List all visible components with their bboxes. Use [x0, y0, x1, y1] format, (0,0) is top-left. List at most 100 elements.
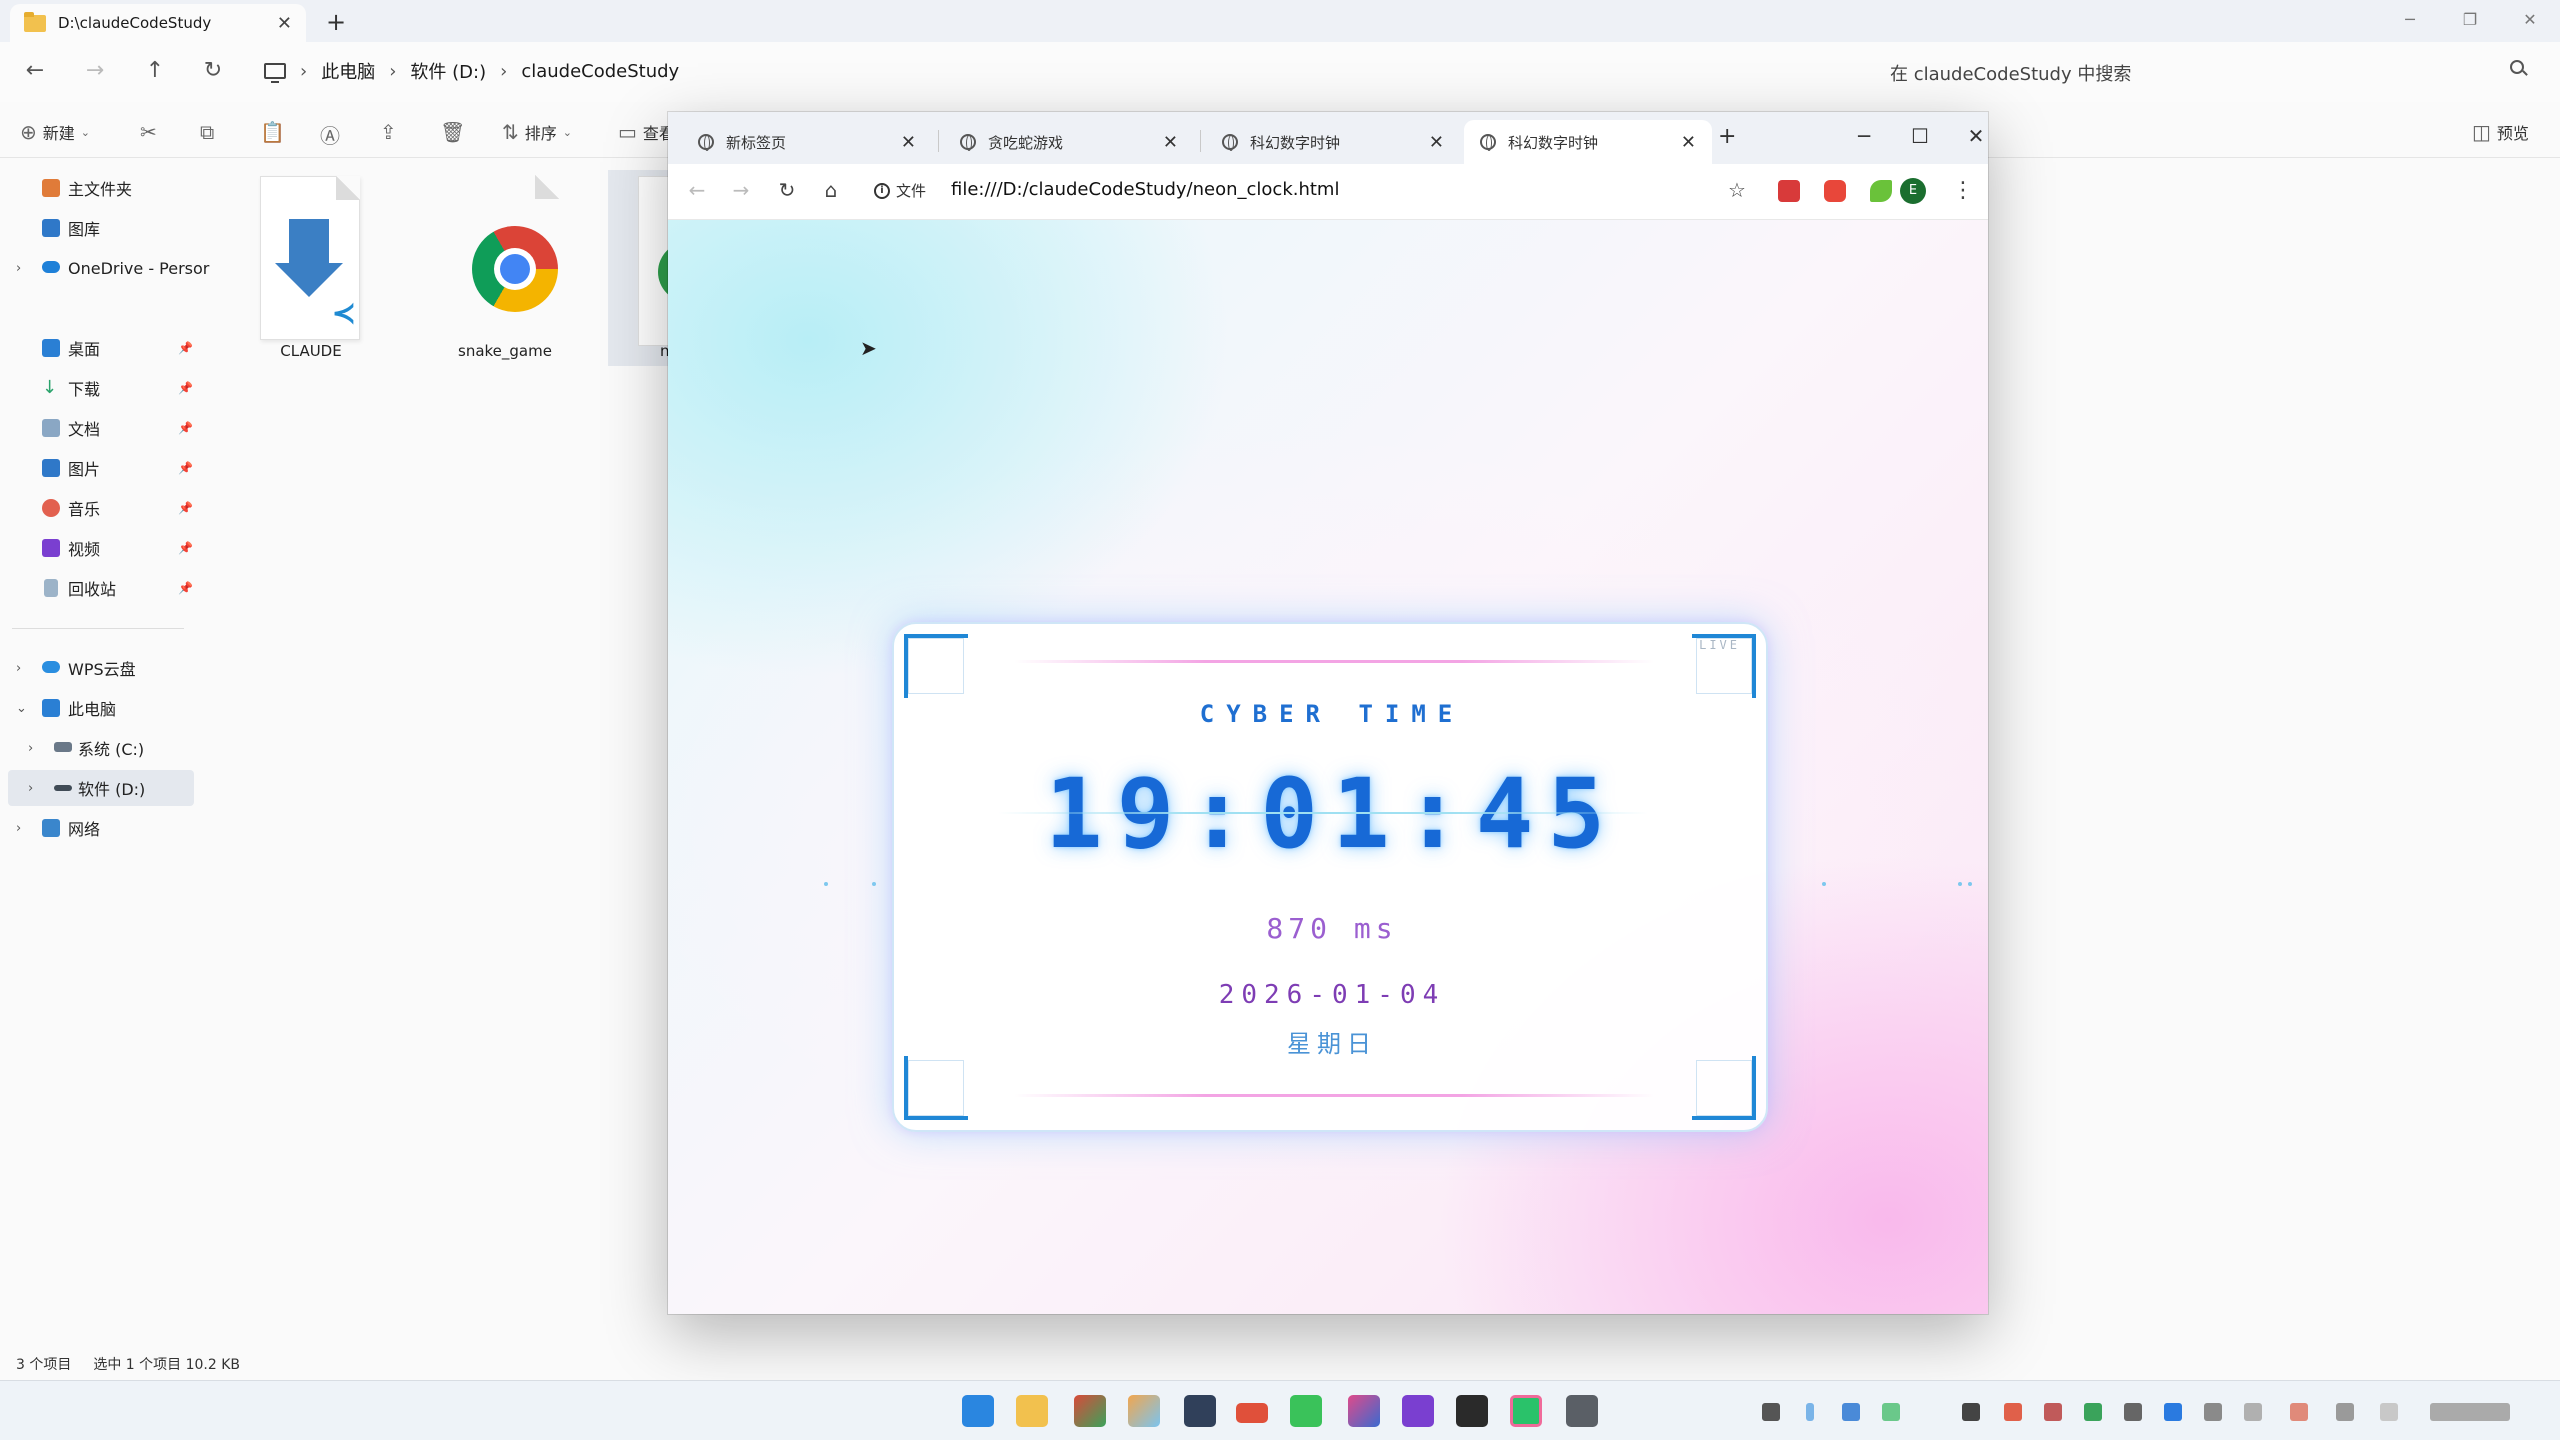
close-window-button[interactable]: ✕	[2500, 0, 2560, 38]
tab-neon-clock-active[interactable]: 科幻数字时钟 ✕	[1464, 120, 1712, 164]
nav-item-recycle-bin[interactable]: 回收站 📌	[0, 570, 200, 606]
nav-item-drive-c[interactable]: › 系统 (C:)	[0, 730, 200, 766]
menu-kebab-icon[interactable]: ⋮	[1948, 178, 1978, 203]
nav-item-desktop[interactable]: 桌面 📌	[0, 330, 200, 366]
tab-new-tab[interactable]: 新标签页 ✕	[682, 120, 932, 164]
start-icon[interactable]	[962, 1395, 994, 1427]
nav-item-home[interactable]: 主文件夹	[0, 170, 200, 206]
chevron-right-icon[interactable]: ›	[28, 741, 33, 756]
tray-icon[interactable]	[2290, 1403, 2308, 1421]
nav-item-this-pc[interactable]: ⌄ 此电脑	[0, 690, 200, 726]
chevron-right-icon[interactable]: ›	[16, 821, 21, 836]
file-item-claude[interactable]: ≺ CLAUDE	[226, 170, 396, 370]
nav-item-videos[interactable]: 视频 📌	[0, 530, 200, 566]
close-window-button[interactable]: ✕	[1956, 124, 1996, 148]
nav-item-downloads[interactable]: ↓ 下载 📌	[0, 370, 200, 406]
back-button[interactable]: ←	[20, 58, 50, 83]
address-bar[interactable]: file:///D:/claudeCodeStudy/neon_clock.ht…	[951, 179, 1339, 200]
close-icon[interactable]: ✕	[1429, 132, 1444, 153]
tray-icon[interactable]	[2124, 1403, 2142, 1421]
app-icon[interactable]	[1566, 1395, 1598, 1427]
folder-icon[interactable]	[1016, 1395, 1048, 1427]
explorer-tab[interactable]: D:\claudeCodeStudy ✕	[10, 4, 306, 42]
tray-icon[interactable]	[2204, 1403, 2222, 1421]
new-button[interactable]: ⊕ 新建 ⌄	[20, 120, 90, 144]
pin-icon[interactable]: 📌	[178, 541, 193, 555]
app-icon[interactable]	[1074, 1395, 1106, 1427]
tab-neon-clock[interactable]: 科幻数字时钟 ✕	[1206, 120, 1460, 164]
close-icon[interactable]: ✕	[1681, 132, 1696, 153]
tray-icon[interactable]	[2380, 1403, 2398, 1421]
tray-icon[interactable]	[1762, 1403, 1780, 1421]
back-button[interactable]: ←	[682, 178, 712, 202]
view-button[interactable]: ▭ 查看	[618, 120, 675, 144]
app-icon[interactable]	[1402, 1395, 1434, 1427]
copy-button[interactable]: ⧉	[200, 120, 214, 144]
rename-button[interactable]: Ⓐ	[320, 120, 340, 149]
nav-item-documents[interactable]: 文档 📌	[0, 410, 200, 446]
nav-item-pictures[interactable]: 图片 📌	[0, 450, 200, 486]
app-icon[interactable]	[1184, 1395, 1216, 1427]
nav-item-network[interactable]: › 网络	[0, 810, 200, 846]
nav-item-gallery[interactable]: 图库	[0, 210, 200, 246]
tray-icon[interactable]	[2336, 1403, 2354, 1421]
chevron-down-icon[interactable]: ⌄	[16, 701, 27, 716]
breadcrumb-item[interactable]: 此电脑	[321, 58, 375, 84]
pin-icon[interactable]: 📌	[178, 461, 193, 475]
pin-icon[interactable]: 📌	[178, 501, 193, 515]
minimize-button[interactable]: ─	[1844, 124, 1884, 148]
pin-icon[interactable]: 📌	[178, 381, 193, 395]
chat-icon[interactable]	[1510, 1395, 1542, 1427]
clock-tray[interactable]	[2430, 1403, 2510, 1421]
new-tab-button[interactable]: +	[1718, 124, 1736, 149]
chevron-right-icon[interactable]: ›	[16, 661, 21, 676]
pin-icon[interactable]: 📌	[178, 421, 193, 435]
tray-icon[interactable]	[2084, 1403, 2102, 1421]
tray-icon[interactable]	[1806, 1403, 1814, 1421]
nav-item-drive-d[interactable]: › 软件 (D:)	[8, 770, 194, 806]
forward-button[interactable]: →	[726, 178, 756, 202]
tray-icon[interactable]	[1842, 1403, 1860, 1421]
tray-icon[interactable]	[2004, 1403, 2022, 1421]
monitor-icon[interactable]	[264, 63, 286, 83]
tray-icon[interactable]	[2164, 1403, 2182, 1421]
tray-icon[interactable]	[2244, 1403, 2262, 1421]
tray-icon[interactable]	[2044, 1403, 2062, 1421]
wechat-icon[interactable]	[1290, 1395, 1322, 1427]
maximize-button[interactable]: ☐	[1900, 124, 1940, 148]
maximize-button[interactable]: ❐	[2440, 0, 2500, 38]
refresh-button[interactable]: ↻	[198, 58, 228, 83]
site-info-button[interactable]: i 文件	[874, 180, 926, 201]
file-item-snake-game[interactable]: snake_game	[420, 170, 590, 370]
app-icon[interactable]	[1236, 1403, 1268, 1423]
tray-icon[interactable]	[1962, 1403, 1980, 1421]
forward-button[interactable]: →	[80, 58, 110, 83]
explorer-new-tab-button[interactable]: +	[326, 8, 346, 36]
paste-button[interactable]: 📋	[260, 120, 285, 144]
extension-icon[interactable]	[1870, 180, 1892, 202]
sort-button[interactable]: ⇅ 排序 ⌄	[502, 120, 572, 144]
preview-button[interactable]: ◫ 预览	[2472, 120, 2529, 144]
avatar[interactable]: E	[1900, 178, 1926, 204]
app-icon[interactable]	[1128, 1395, 1160, 1427]
terminal-icon[interactable]	[1456, 1395, 1488, 1427]
pin-icon[interactable]: 📌	[178, 341, 193, 355]
share-button[interactable]: ⇪	[380, 120, 397, 144]
file-item-neon-clock[interactable]: n	[608, 170, 688, 366]
close-icon[interactable]: ✕	[901, 132, 916, 153]
delete-button[interactable]: 🗑	[440, 120, 465, 144]
minimize-button[interactable]: ─	[2380, 0, 2440, 38]
breadcrumb-item[interactable]: 软件 (D:)	[410, 58, 486, 84]
chevron-right-icon[interactable]: ›	[389, 61, 396, 82]
close-icon[interactable]: ✕	[1163, 132, 1178, 153]
chevron-right-icon[interactable]: ›	[16, 261, 21, 276]
search-input[interactable]: 在 claudeCodeStudy 中搜索	[1890, 60, 2131, 86]
nav-item-music[interactable]: 音乐 📌	[0, 490, 200, 526]
reload-button[interactable]: ↻	[772, 178, 802, 202]
home-button[interactable]: ⌂	[816, 178, 846, 202]
tab-snake-game[interactable]: 贪吃蛇游戏 ✕	[944, 120, 1194, 164]
up-button[interactable]: ↑	[140, 58, 170, 83]
pin-icon[interactable]: 📌	[178, 581, 193, 595]
bookmark-star-icon[interactable]: ☆	[1722, 178, 1752, 202]
search-icon[interactable]	[2510, 60, 2524, 74]
